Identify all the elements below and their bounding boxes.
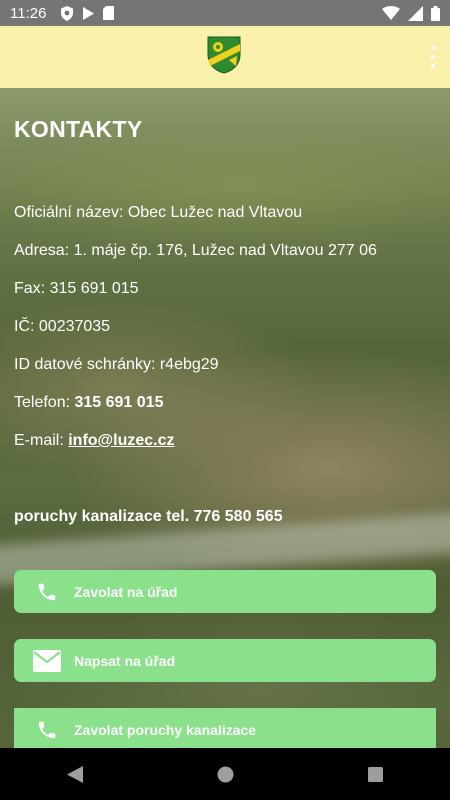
phone-icon (32, 580, 62, 604)
call-sewer-button[interactable]: Zavolat poruchy kanalizace (14, 708, 436, 748)
overflow-menu-icon[interactable] (428, 46, 438, 68)
status-icons-right (382, 5, 440, 21)
official-name: Oficiální název: Obec Lužec nad Vltavou (14, 204, 303, 221)
home-circle-icon (217, 766, 233, 782)
shield-icon (61, 5, 74, 21)
app-bar (0, 26, 450, 88)
status-icons-left (60, 5, 115, 21)
recents-button[interactable] (345, 754, 405, 794)
signal-icon (408, 5, 423, 21)
status-bar: 11:26 (0, 0, 450, 26)
phone-label: Telefon: (14, 394, 75, 411)
phone-number[interactable]: 315 691 015 (74, 394, 163, 411)
contacts-content: KONTAKTY Oficiální název: Obec Lužec nad… (0, 88, 450, 748)
write-office-label: Napsat na úřad (74, 652, 176, 669)
navigation-bar (0, 748, 450, 800)
call-sewer-label: Zavolat poruchy kanalizace (74, 721, 257, 738)
sewer-notice-text: poruchy kanalizace tel. 776 580 565 (14, 508, 283, 525)
envelope-icon (32, 649, 62, 673)
call-office-label: Zavolat na úřad (74, 583, 178, 600)
page-title: KONTAKTY (14, 116, 143, 142)
address: Adresa: 1. máje čp. 176, Lužec nad Vltav… (14, 242, 377, 259)
email-label: E-mail: (14, 432, 69, 449)
back-button[interactable] (45, 754, 105, 794)
company-id: IČ: 00237035 (14, 318, 111, 335)
battery-icon (431, 5, 440, 21)
status-time: 11:26 (10, 4, 47, 22)
municipal-crest-icon (207, 36, 241, 74)
fax: Fax: 315 691 015 (14, 280, 139, 297)
home-button[interactable] (195, 754, 255, 794)
sd-card-icon (103, 6, 115, 20)
email-row: E-mail: info@luzec.cz (14, 432, 175, 450)
sewer-notice: poruchy kanalizace tel. 776 580 565 (14, 508, 283, 526)
phone-row: Telefon: 315 691 015 (14, 394, 163, 412)
play-icon (83, 6, 95, 20)
write-office-button[interactable]: Napsat na úřad (14, 639, 436, 682)
email-link[interactable]: info@luzec.cz (68, 432, 174, 449)
wifi-icon (382, 6, 400, 20)
phone-icon (32, 718, 62, 742)
back-triangle-icon (67, 765, 83, 783)
databox-id: ID datové schránky: r4ebg29 (14, 356, 219, 373)
recents-square-icon (367, 766, 383, 782)
call-office-button[interactable]: Zavolat na úřad (14, 570, 436, 613)
